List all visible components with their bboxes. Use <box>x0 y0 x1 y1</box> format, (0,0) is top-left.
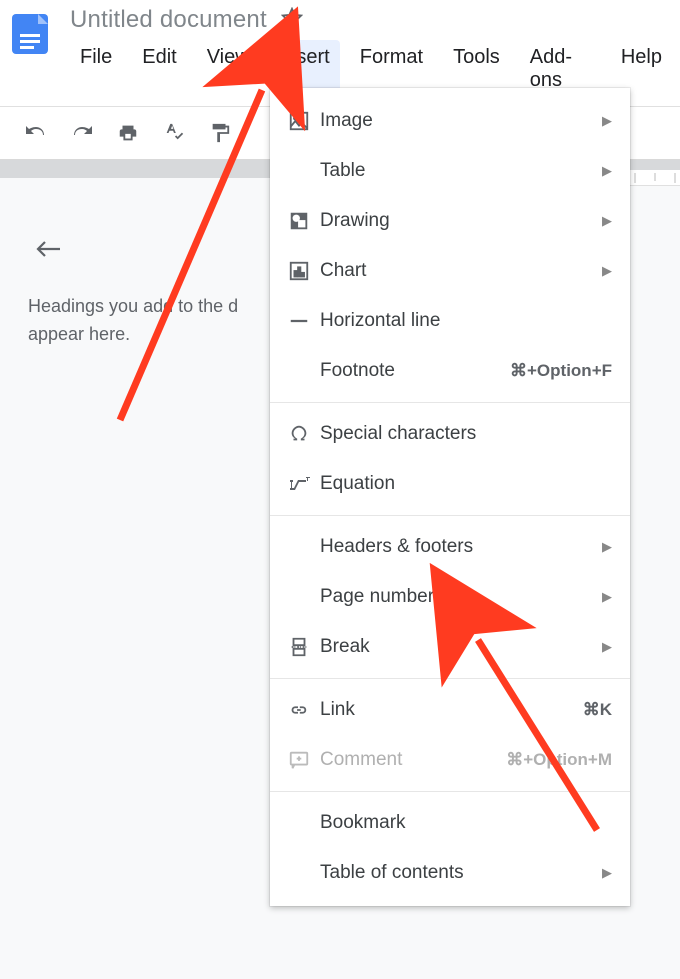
chevron-right-icon: ▶ <box>602 113 612 129</box>
chevron-right-icon: ▶ <box>602 539 612 555</box>
star-icon[interactable] <box>281 7 303 34</box>
horizontal-line-icon <box>288 310 320 332</box>
chart-icon <box>288 260 320 282</box>
ruler <box>625 170 680 186</box>
outline-empty-hint: Headings you add to the d appear here. <box>28 293 268 349</box>
chevron-right-icon: ▶ <box>602 163 612 179</box>
chevron-right-icon: ▶ <box>602 213 612 229</box>
insert-image[interactable]: Image ▶ <box>270 96 630 146</box>
menu-file[interactable]: File <box>70 40 122 98</box>
comment-icon <box>288 749 320 771</box>
insert-link[interactable]: Link ⌘K <box>270 685 630 735</box>
insert-equation[interactable]: Equation <box>270 459 630 509</box>
insert-page-numbers[interactable]: Page numbers ▶ <box>270 572 630 622</box>
insert-chart[interactable]: Chart ▶ <box>270 246 630 296</box>
insert-footnote[interactable]: Footnote ⌘+Option+F <box>270 346 630 396</box>
link-icon <box>288 699 320 721</box>
insert-table[interactable]: Table ▶ <box>270 146 630 196</box>
footnote-shortcut: ⌘+Option+F <box>510 361 612 381</box>
page-break-icon <box>288 636 320 658</box>
chevron-right-icon: ▶ <box>602 639 612 655</box>
paint-format-icon[interactable] <box>208 121 232 145</box>
image-icon <box>288 110 320 132</box>
insert-drawing[interactable]: Drawing ▶ <box>270 196 630 246</box>
redo-icon[interactable] <box>70 121 94 145</box>
chevron-right-icon: ▶ <box>602 589 612 605</box>
equation-icon <box>288 474 320 494</box>
menu-view[interactable]: View <box>197 40 260 98</box>
insert-headers-footers[interactable]: Headers & footers ▶ <box>270 522 630 572</box>
undo-icon[interactable] <box>24 121 48 145</box>
comment-shortcut: ⌘+Option+M <box>506 750 612 770</box>
docs-logo-icon[interactable] <box>8 12 52 56</box>
insert-menu-dropdown: Image ▶ Table ▶ Drawing ▶ Chart ▶ Horizo… <box>270 88 630 906</box>
chevron-right-icon: ▶ <box>602 865 612 881</box>
insert-table-of-contents[interactable]: Table of contents ▶ <box>270 848 630 898</box>
omega-icon <box>288 423 320 445</box>
insert-break[interactable]: Break ▶ <box>270 622 630 672</box>
insert-bookmark[interactable]: Bookmark <box>270 798 630 848</box>
drawing-icon <box>288 210 320 232</box>
insert-horizontal-line[interactable]: Horizontal line <box>270 296 630 346</box>
spell-check-icon[interactable] <box>162 121 186 145</box>
document-title[interactable]: Untitled document <box>70 6 267 34</box>
chevron-right-icon: ▶ <box>602 263 612 279</box>
print-icon[interactable] <box>116 121 140 145</box>
menu-edit[interactable]: Edit <box>132 40 186 98</box>
link-shortcut: ⌘K <box>583 700 612 720</box>
insert-comment: Comment ⌘+Option+M <box>270 735 630 785</box>
insert-special-characters[interactable]: Special characters <box>270 409 630 459</box>
